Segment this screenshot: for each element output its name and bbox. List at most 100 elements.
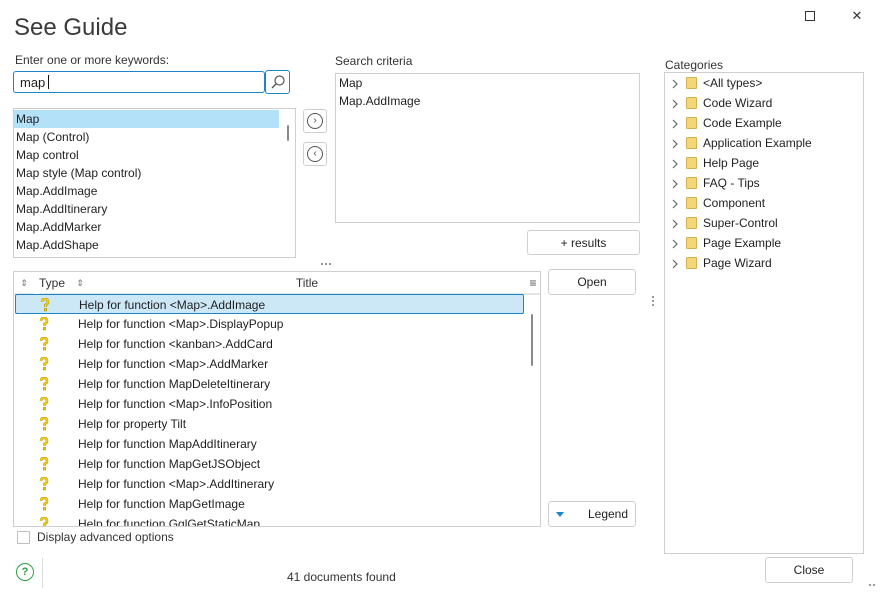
search-criteria-list[interactable]: Map Map.AddImage — [335, 73, 640, 223]
help-question-icon — [39, 516, 49, 526]
help-question-icon — [39, 456, 49, 471]
table-row[interactable]: Help for function <Map>.InfoPosition — [15, 394, 524, 414]
maximize-button[interactable] — [796, 6, 824, 26]
chevron-right-icon[interactable] — [671, 178, 679, 189]
column-header-title[interactable]: Title — [86, 272, 528, 294]
arrow-right-circle-icon: › — [307, 113, 323, 129]
table-row[interactable]: Help for function <Map>.AddImage — [15, 294, 524, 314]
category-item[interactable]: Code Example — [665, 113, 863, 133]
keyword-list-item[interactable]: Map.AddItinerary — [14, 200, 279, 218]
keyword-list[interactable]: Map Map (Control) Map control Map style (Ma… — [13, 108, 296, 258]
close-window-button[interactable]: ✕ — [843, 6, 871, 26]
help-question-icon — [40, 297, 50, 312]
table-row[interactable]: Help for function MapGetImage — [15, 494, 524, 514]
row-title: Help for function MapDeleteItinerary — [78, 377, 271, 391]
help-question-icon — [39, 376, 49, 391]
folder-icon — [686, 197, 697, 209]
category-label: Page Wizard — [703, 256, 772, 270]
keywords-label: Enter one or more keywords: — [15, 53, 170, 67]
keyword-input[interactable]: map — [13, 71, 265, 93]
keyword-list-item[interactable]: Map.AddMarker — [14, 218, 279, 236]
table-row[interactable]: Help for function GglGetStaticMap — [15, 514, 524, 527]
magnifier-icon — [271, 75, 285, 89]
folder-icon — [686, 237, 697, 249]
sort-title-icon[interactable]: ⇕ — [74, 272, 86, 294]
categories-tree[interactable]: <All types> Code Wizard Code Example Applic… — [664, 72, 864, 554]
category-item[interactable]: Component — [665, 193, 863, 213]
row-title: Help for function <Map>.AddMarker — [78, 357, 269, 371]
resize-grip-icon[interactable] — [869, 584, 875, 586]
category-item[interactable]: <All types> — [665, 73, 863, 93]
criteria-list-item[interactable]: Map.AddImage — [336, 92, 636, 110]
keyword-list-item[interactable]: Map style (Map control) — [14, 164, 279, 182]
close-button[interactable]: Close — [765, 557, 853, 583]
footer-separator — [42, 558, 43, 588]
keyword-list-item[interactable]: Map — [14, 110, 279, 128]
chevron-right-icon[interactable] — [671, 138, 679, 149]
folder-icon — [686, 257, 697, 269]
keyword-list-item[interactable]: Map.ChangeStyle — [14, 254, 279, 257]
category-item[interactable]: Application Example — [665, 133, 863, 153]
chevron-right-icon[interactable] — [671, 218, 679, 229]
chevron-right-icon[interactable] — [671, 238, 679, 249]
category-item[interactable]: Page Wizard — [665, 253, 863, 273]
category-item[interactable]: Super-Control — [665, 213, 863, 233]
remove-criteria-button[interactable]: ‹ — [303, 142, 327, 166]
chevron-right-icon[interactable] — [671, 198, 679, 209]
folder-icon — [686, 137, 697, 149]
help-icon[interactable]: ? — [16, 563, 34, 581]
row-title: Help for function GglGetStaticMap — [78, 517, 261, 527]
vertical-splitter-handle[interactable] — [652, 296, 654, 306]
table-row[interactable]: Help for function <Map>.AddItinerary — [15, 474, 524, 494]
text-caret — [48, 75, 50, 89]
results-scrollbar[interactable] — [531, 314, 533, 366]
keyword-list-item[interactable]: Map.AddShape — [14, 236, 279, 254]
category-label: Component — [703, 196, 766, 210]
sort-type-icon[interactable]: ⇕ — [14, 272, 34, 294]
advanced-options-label[interactable]: Display advanced options — [37, 530, 174, 544]
keyword-list-item[interactable]: Map.AddImage — [14, 182, 279, 200]
category-item[interactable]: Page Example — [665, 233, 863, 253]
chevron-right-icon[interactable] — [671, 78, 679, 89]
column-header-type[interactable]: Type — [39, 272, 79, 294]
folder-icon — [686, 117, 697, 129]
table-row[interactable]: Help for function <Map>.DisplayPopup — [15, 314, 524, 334]
keyword-list-item[interactable]: Map (Control) — [14, 128, 279, 146]
categories-label: Categories — [665, 58, 724, 72]
row-title: Help for function MapGetJSObject — [78, 457, 261, 471]
category-label: Application Example — [703, 136, 812, 150]
horizontal-splitter-handle[interactable] — [321, 263, 331, 265]
search-button[interactable] — [265, 70, 290, 94]
row-title: Help for function <kanban>.AddCard — [78, 337, 273, 351]
table-row[interactable]: Help for function <Map>.AddMarker — [15, 354, 524, 374]
chevron-right-icon[interactable] — [671, 98, 679, 109]
chevron-right-icon[interactable] — [671, 118, 679, 129]
advanced-options-checkbox[interactable] — [17, 531, 30, 544]
table-row[interactable]: Help for function MapGetJSObject — [15, 454, 524, 474]
criteria-list-item[interactable]: Map — [336, 74, 636, 92]
add-criteria-button[interactable]: › — [303, 109, 327, 133]
table-row[interactable]: Help for function MapAddItinerary — [15, 434, 524, 454]
keyword-list-scrollbar[interactable] — [287, 125, 289, 141]
table-row[interactable]: Help for function MapDeleteItinerary — [15, 374, 524, 394]
help-question-icon — [39, 416, 49, 431]
column-menu-icon[interactable]: ≡ — [524, 272, 540, 294]
help-question-icon — [39, 436, 49, 451]
table-row[interactable]: Help for property Tilt — [15, 414, 524, 434]
results-button[interactable]: + results — [527, 230, 640, 255]
chevron-right-icon[interactable] — [671, 258, 679, 269]
open-button[interactable]: Open — [548, 269, 636, 295]
category-item[interactable]: Code Wizard — [665, 93, 863, 113]
legend-button-label: Legend — [587, 507, 629, 521]
results-table[interactable]: ⇕ Type ⇕ Title ≡ Help for function <Map>… — [13, 271, 541, 527]
arrow-left-circle-icon: ‹ — [307, 146, 323, 162]
keyword-list-item[interactable]: Map control — [14, 146, 279, 164]
category-item[interactable]: Help Page — [665, 153, 863, 173]
table-row[interactable]: Help for function <kanban>.AddCard — [15, 334, 524, 354]
chevron-right-icon[interactable] — [671, 158, 679, 169]
category-label: <All types> — [703, 76, 763, 90]
category-item[interactable]: FAQ - Tips — [665, 173, 863, 193]
row-title: Help for function <Map>.DisplayPopup — [78, 317, 284, 331]
window-title: See Guide — [14, 14, 128, 41]
legend-button[interactable]: Legend — [548, 501, 636, 527]
